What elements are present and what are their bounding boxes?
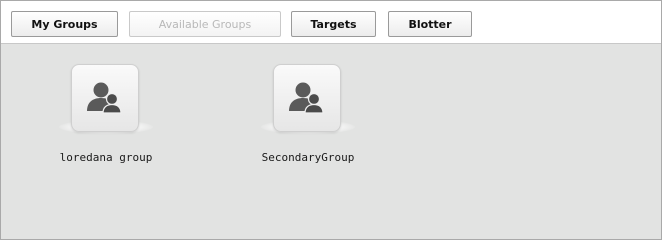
group-icon[interactable] xyxy=(273,64,341,132)
group-name[interactable]: loredana group xyxy=(41,151,171,164)
tab-targets[interactable]: Targets xyxy=(291,11,376,37)
groups-grid: loredana group SecondaryGroup xyxy=(1,44,661,239)
tab-bar: My Groups Available Groups Targets Blott… xyxy=(1,1,661,44)
group-icon-container[interactable] xyxy=(59,64,153,144)
group-icon-container[interactable] xyxy=(261,64,355,144)
group-icon xyxy=(87,82,122,114)
group-icon[interactable] xyxy=(71,64,139,132)
group-item[interactable]: SecondaryGroup xyxy=(243,64,373,174)
tab-blotter[interactable]: Blotter xyxy=(388,11,472,37)
group-item[interactable]: loredana group xyxy=(41,64,171,174)
group-icon xyxy=(289,82,324,114)
tab-available-groups[interactable]: Available Groups xyxy=(129,11,281,37)
group-name[interactable]: SecondaryGroup xyxy=(243,151,373,164)
tab-my-groups[interactable]: My Groups xyxy=(11,11,118,37)
groups-panel: My Groups Available Groups Targets Blott… xyxy=(0,0,662,240)
